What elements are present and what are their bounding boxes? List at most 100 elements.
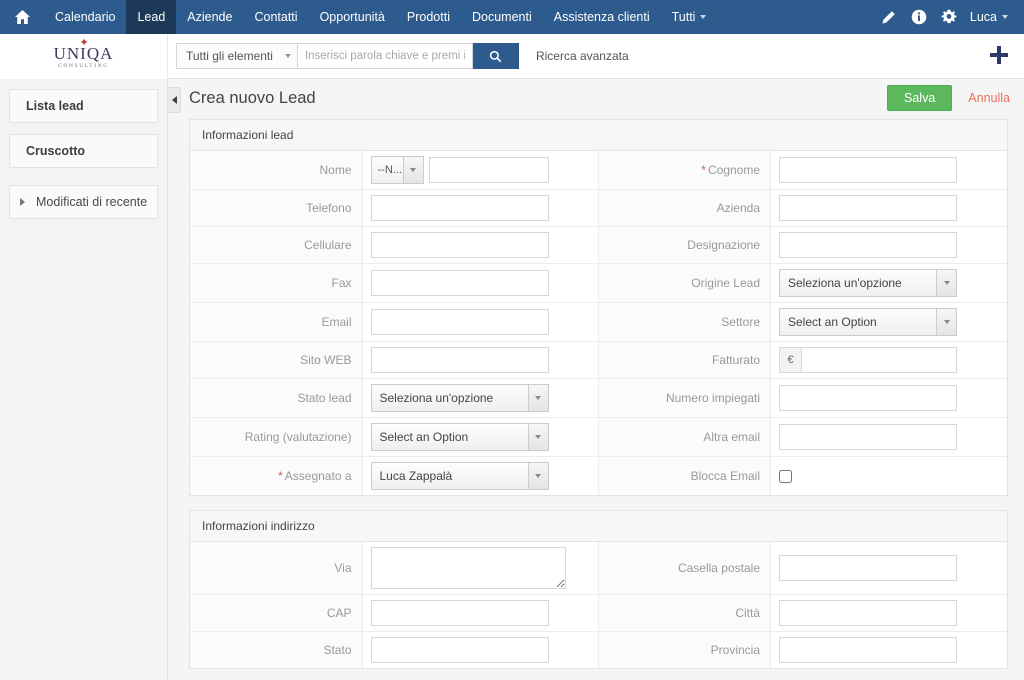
- field-label: Città: [735, 606, 760, 620]
- nav-right-actions: Luca: [874, 0, 1024, 34]
- sidebar-item-lista-lead[interactable]: Lista lead: [9, 89, 158, 123]
- field-value-cell: Seleziona un'opzione: [770, 263, 1007, 303]
- telefono-input[interactable]: [370, 195, 549, 221]
- form-block: Informazioni indirizzo Via Casella postale…: [189, 510, 1008, 669]
- stato-lead-select[interactable]: Seleziona un'opzione: [370, 384, 549, 412]
- save-button[interactable]: Salva: [887, 85, 953, 111]
- pencil-icon[interactable]: [874, 0, 904, 34]
- field-label: Telefono: [306, 201, 352, 215]
- page-header: Crea nuovo Lead Salva Annulla: [168, 79, 1024, 117]
- sidebar-item-modificati-di-recente[interactable]: Modificati di recente: [9, 185, 158, 219]
- search-scope-select[interactable]: Tutti gli elementi: [176, 43, 297, 69]
- stato-input[interactable]: [370, 637, 549, 663]
- field-label: Stato lead: [297, 391, 352, 405]
- nav-item-label: Documenti: [471, 10, 532, 24]
- chevron-down-icon: [284, 54, 291, 58]
- first-name-input[interactable]: [428, 157, 549, 183]
- revenue-input[interactable]: [801, 347, 957, 373]
- sidebar-collapse-toggle[interactable]: [168, 87, 181, 113]
- chevron-down-icon: [402, 157, 423, 183]
- settore-select[interactable]: Select an Option: [779, 308, 957, 336]
- main-content: Crea nuovo Lead Salva Annulla Informazio…: [168, 79, 1024, 680]
- nav-item-label: Lead: [137, 10, 166, 24]
- provincia-input[interactable]: [779, 637, 957, 663]
- select-value: Seleziona un'opzione: [379, 391, 494, 405]
- search-input[interactable]: [296, 43, 473, 69]
- nav-item-contatti[interactable]: Contatti: [243, 0, 308, 34]
- form-row: Fax Origine Lead Seleziona un'opzione: [190, 263, 1007, 303]
- field-label: Sito WEB: [300, 353, 352, 367]
- nav-item-documenti[interactable]: Documenti: [461, 0, 543, 34]
- rating-valutazione--select[interactable]: Select an Option: [370, 423, 549, 451]
- assegnato-a-select[interactable]: Luca Zappalà: [370, 462, 549, 490]
- field-label-cell: Blocca Email: [598, 456, 771, 495]
- home-icon[interactable]: [0, 0, 44, 34]
- nav-item-lead[interactable]: Lead: [126, 0, 177, 34]
- field-label: Cellulare: [304, 238, 352, 252]
- page-actions: Salva Annulla: [887, 85, 1010, 111]
- field-label-cell: Casella postale: [598, 542, 771, 595]
- form-row: Stato Provincia: [190, 631, 1007, 668]
- field-label: Settore: [721, 315, 760, 329]
- field-label-cell: Provincia: [598, 631, 771, 668]
- field-value-cell: Seleziona un'opzione: [362, 378, 599, 418]
- citt--input[interactable]: [779, 600, 957, 626]
- sito-web-input[interactable]: [370, 347, 549, 373]
- nav-item-aziende[interactable]: Aziende: [176, 0, 243, 34]
- field-label: Fax: [331, 276, 352, 290]
- field-label: Casella postale: [677, 561, 760, 575]
- nav-item-label: Aziende: [187, 10, 233, 24]
- nav-item-calendario[interactable]: Calendario: [44, 0, 126, 34]
- field-value-cell: [362, 341, 599, 379]
- field-value-cell: [362, 263, 599, 303]
- nav-item-prodotti[interactable]: Prodotti: [396, 0, 461, 34]
- field-label-cell: Stato: [190, 631, 363, 668]
- sidebar-item-label: Modificati di recente: [36, 195, 148, 209]
- search-button[interactable]: [472, 43, 519, 69]
- field-value-cell: [770, 631, 1007, 668]
- designazione-input[interactable]: [779, 232, 957, 258]
- block-email-checkbox[interactable]: [779, 470, 792, 484]
- nav-item-opportunità[interactable]: Opportunità: [309, 0, 396, 34]
- cancel-button[interactable]: Annulla: [968, 91, 1010, 105]
- form-row: Telefono Azienda: [190, 189, 1007, 227]
- salutation-select[interactable]: --N...: [370, 156, 424, 184]
- block-title: Informazioni lead: [190, 120, 1007, 151]
- sidebar: Lista lead Cruscotto Modificati di recente: [0, 79, 168, 680]
- cap-input[interactable]: [370, 600, 549, 626]
- field-value-cell: Select an Option: [362, 417, 599, 457]
- numero-impiegati-input[interactable]: [779, 385, 957, 411]
- cellulare-input[interactable]: [370, 232, 549, 258]
- main-menu: Calendario Lead Aziende Contatti Opportunità…: [44, 0, 717, 34]
- field-label: Assegnato a: [284, 469, 352, 483]
- nav-item-label: Opportunità: [319, 10, 385, 24]
- field-value-cell: [770, 189, 1007, 227]
- info-icon[interactable]: [904, 0, 934, 34]
- nav-item-assistenza-clienti[interactable]: Assistenza clienti: [543, 0, 661, 34]
- azienda-input[interactable]: [779, 195, 957, 221]
- form-row: * Assegnato a Luca Zappalà Blocca Email: [190, 456, 1007, 495]
- fax-input[interactable]: [370, 270, 549, 296]
- field-label-cell: Altra email: [598, 417, 771, 457]
- field-label: Provincia: [710, 643, 760, 657]
- user-menu[interactable]: Luca: [964, 10, 1014, 24]
- cognome-input[interactable]: [779, 157, 957, 183]
- nav-item-tutti[interactable]: Tutti: [661, 0, 718, 34]
- field-value-cell: [770, 378, 1007, 418]
- advanced-search-link[interactable]: Ricerca avanzata: [536, 49, 629, 63]
- casella-postale-input[interactable]: [779, 555, 957, 581]
- street-textarea[interactable]: [370, 547, 566, 589]
- field-value-cell: [770, 151, 1007, 190]
- plus-icon[interactable]: [988, 44, 1010, 68]
- gear-icon[interactable]: [934, 0, 964, 34]
- field-label-cell: Designazione: [598, 226, 771, 264]
- origine-lead-select[interactable]: Seleziona un'opzione: [779, 269, 957, 297]
- currency-symbol: €: [779, 347, 801, 373]
- altra-email-input[interactable]: [779, 424, 957, 450]
- sidebar-item-cruscotto[interactable]: Cruscotto: [9, 134, 158, 168]
- chevron-down-icon: [700, 15, 707, 19]
- field-value-cell: [362, 226, 599, 264]
- email-input[interactable]: [370, 309, 549, 335]
- form-row: Via Casella postale: [190, 542, 1007, 595]
- app-logo[interactable]: ✦ UNIQA CONSULTING: [0, 33, 168, 79]
